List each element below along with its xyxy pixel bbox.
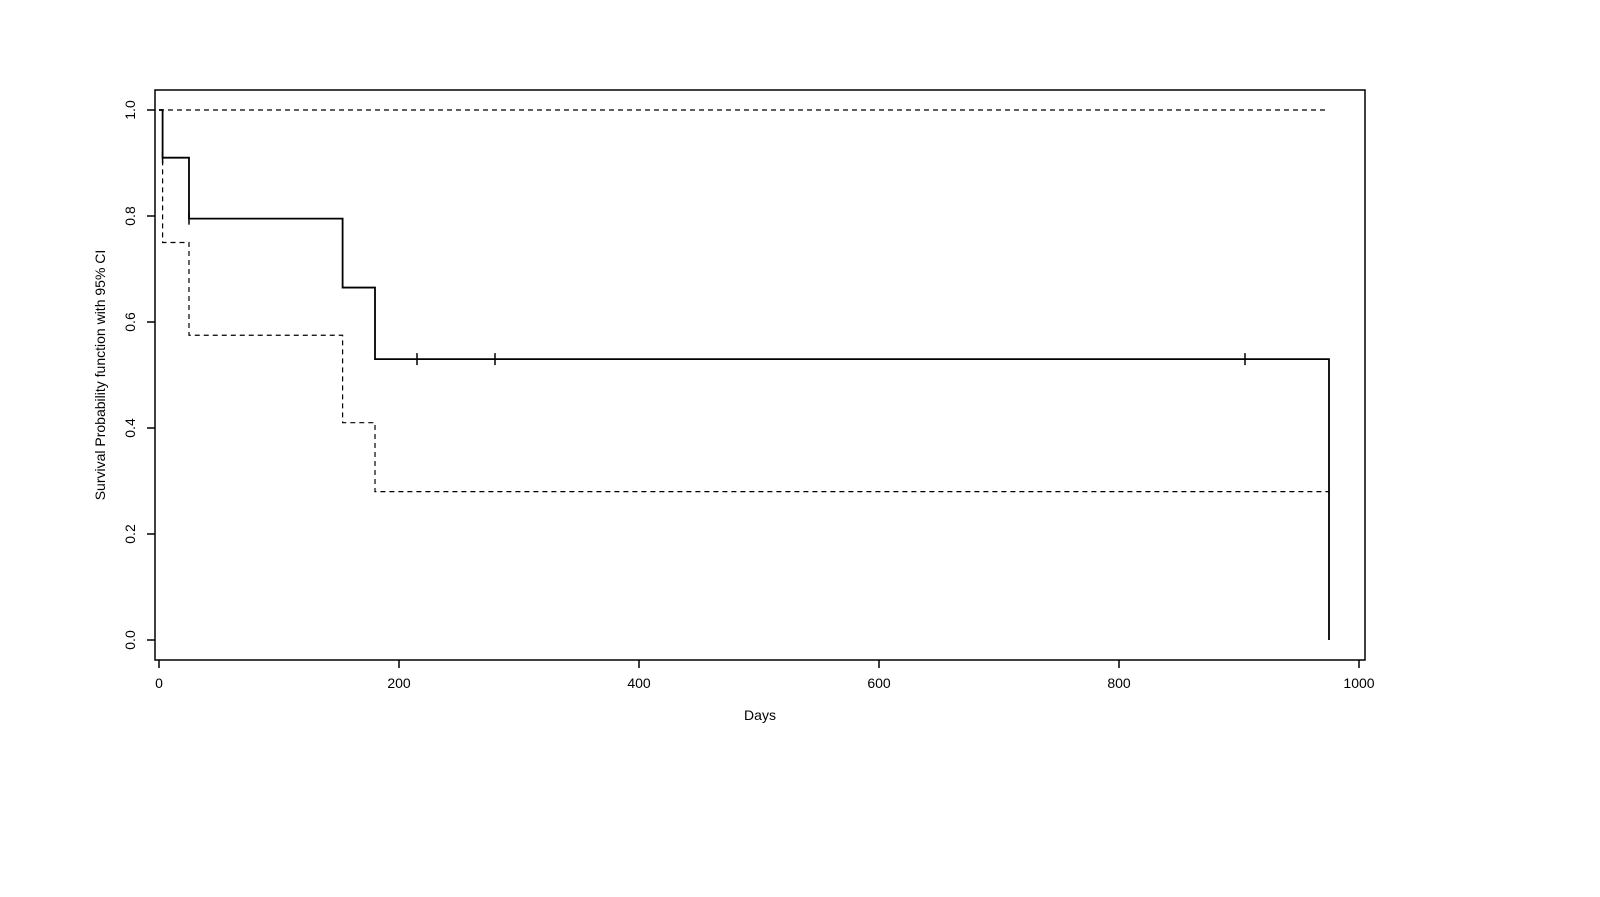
y-axis-ticks [147,110,155,640]
x-tick-800: 800 [1107,675,1131,691]
y-tick-04: 0.4 [122,418,138,438]
x-axis-label: Days [744,707,776,723]
y-tick-00: 0.0 [122,630,138,650]
censor-marks [163,152,1245,365]
series-group [159,110,1329,640]
x-tick-400: 400 [627,675,651,691]
x-axis-ticks [159,660,1359,668]
series-survival_estimate [159,110,1329,640]
x-tick-0: 0 [155,675,163,691]
x-tick-600: 600 [867,675,891,691]
plot-box [155,90,1365,660]
series-ci_lower [159,110,1329,492]
y-tick-06: 0.6 [122,312,138,332]
x-tick-200: 200 [387,675,411,691]
x-tick-1000: 1000 [1343,675,1374,691]
km-survival-plot: 0 200 400 600 800 1000 0.0 0.2 0.4 0.6 0… [0,0,1600,897]
x-axis-tick-labels: 0 200 400 600 800 1000 [155,675,1375,691]
y-tick-10: 1.0 [122,100,138,120]
y-tick-08: 0.8 [122,206,138,226]
y-axis-label: Survival Probability function with 95% C… [92,250,108,501]
y-axis-tick-labels: 0.0 0.2 0.4 0.6 0.8 1.0 [122,100,138,650]
y-tick-02: 0.2 [122,524,138,544]
